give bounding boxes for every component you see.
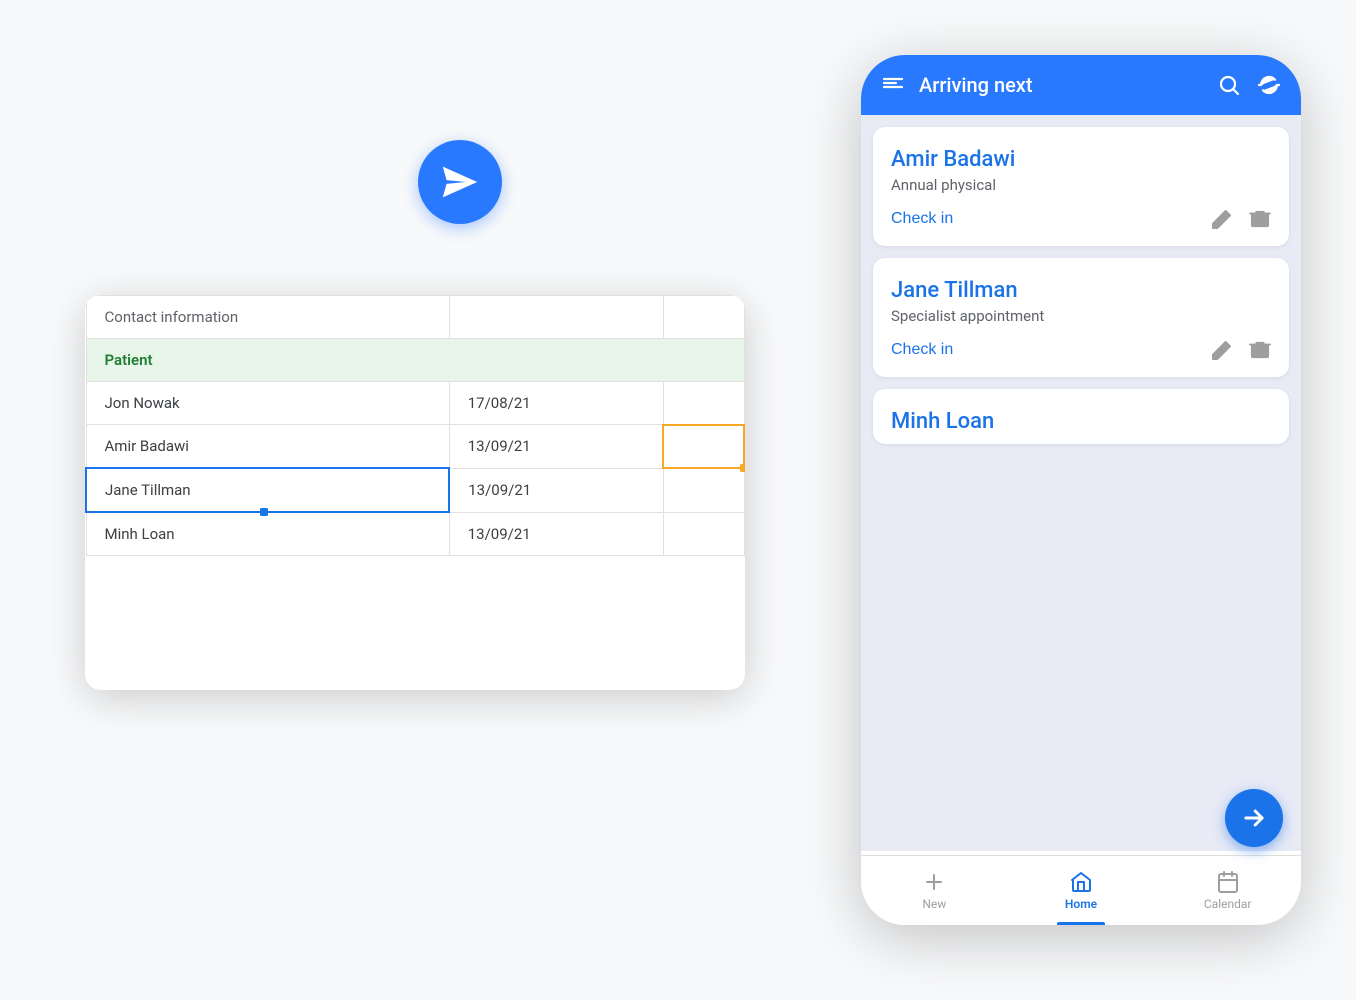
nav-label-home: Home	[1065, 897, 1097, 911]
yellow-selected-cell[interactable]	[663, 425, 744, 469]
spreadsheet-table: Contact information Patient Jon Nowak 17…	[85, 295, 745, 556]
home-icon	[1069, 870, 1093, 894]
check-in-button-jane[interactable]: Check in	[891, 341, 953, 359]
fab-button[interactable]	[1225, 789, 1283, 847]
phone-mockup: Arriving next Amir Badawi Annual physica…	[861, 55, 1301, 925]
section-row: Patient	[86, 339, 744, 382]
patient-type-jane: Specialist appointment	[891, 307, 1271, 325]
plus-icon	[922, 870, 946, 894]
table-row[interactable]: Jane Tillman 13/09/21	[86, 468, 744, 512]
header-col2	[449, 296, 663, 339]
nav-item-calendar[interactable]: Calendar	[1154, 856, 1301, 925]
patient-name-minh: Minh Loan	[891, 409, 1271, 434]
bottom-nav: New Home Calendar	[861, 855, 1301, 925]
delete-icon-amir[interactable]	[1249, 208, 1271, 230]
header-col1: Contact information	[86, 296, 449, 339]
patient-date-2: 13/09/21	[449, 425, 663, 469]
patient-date-1: 17/08/21	[449, 382, 663, 425]
scene: Contact information Patient Jon Nowak 17…	[0, 0, 1356, 1000]
nav-item-home[interactable]: Home	[1008, 856, 1155, 925]
app-header-left: Arriving next	[881, 73, 1033, 97]
patient-card-actions-jane: Check in	[891, 339, 1271, 361]
spreadsheet-card: Contact information Patient Jon Nowak 17…	[85, 295, 745, 690]
patient-card-icons-jane	[1211, 339, 1271, 361]
patient-name-2: Amir Badawi	[86, 425, 449, 469]
refresh-icon[interactable]	[1257, 73, 1281, 97]
edit-icon-jane[interactable]	[1211, 339, 1233, 361]
search-icon[interactable]	[1217, 73, 1241, 97]
patient-col3-1	[663, 382, 744, 425]
patient-name-amir: Amir Badawi	[891, 147, 1271, 172]
menu-icon[interactable]	[881, 73, 905, 97]
table-header-row: Contact information	[86, 296, 744, 339]
section-label: Patient	[86, 339, 744, 382]
patient-list: Amir Badawi Annual physical Check in	[861, 115, 1301, 851]
table-row[interactable]: Minh Loan 13/09/21	[86, 512, 744, 556]
nav-label-new: New	[922, 897, 946, 911]
patient-card-icons-amir	[1211, 208, 1271, 230]
table-row[interactable]: Amir Badawi 13/09/21	[86, 425, 744, 469]
check-in-button-amir[interactable]: Check in	[891, 210, 953, 228]
nav-label-calendar: Calendar	[1204, 897, 1252, 911]
app-icon	[418, 140, 502, 224]
patient-date-4: 13/09/21	[449, 512, 663, 556]
app-header: Arriving next	[861, 55, 1301, 115]
patient-card-actions-amir: Check in	[891, 208, 1271, 230]
app-header-icons	[1217, 73, 1281, 97]
table-row[interactable]: Jon Nowak 17/08/21	[86, 382, 744, 425]
patient-name-jane: Jane Tillman	[891, 278, 1271, 303]
patient-col3-4	[663, 512, 744, 556]
patient-card-amir: Amir Badawi Annual physical Check in	[873, 127, 1289, 246]
patient-name-4: Minh Loan	[86, 512, 449, 556]
delete-icon-jane[interactable]	[1249, 339, 1271, 361]
patient-card-jane: Jane Tillman Specialist appointment Chec…	[873, 258, 1289, 377]
patient-name-3: Jane Tillman	[86, 468, 449, 512]
app-header-title: Arriving next	[919, 73, 1033, 97]
arrow-right-icon	[1240, 804, 1268, 832]
nav-item-new[interactable]: New	[861, 856, 1008, 925]
header-col3	[663, 296, 744, 339]
patient-date-3: 13/09/21	[449, 468, 663, 512]
calendar-icon	[1216, 870, 1240, 894]
patient-card-minh: Minh Loan	[873, 389, 1289, 444]
edit-icon-amir[interactable]	[1211, 208, 1233, 230]
patient-name-1: Jon Nowak	[86, 382, 449, 425]
patient-col3-3	[663, 468, 744, 512]
patient-type-amir: Annual physical	[891, 176, 1271, 194]
